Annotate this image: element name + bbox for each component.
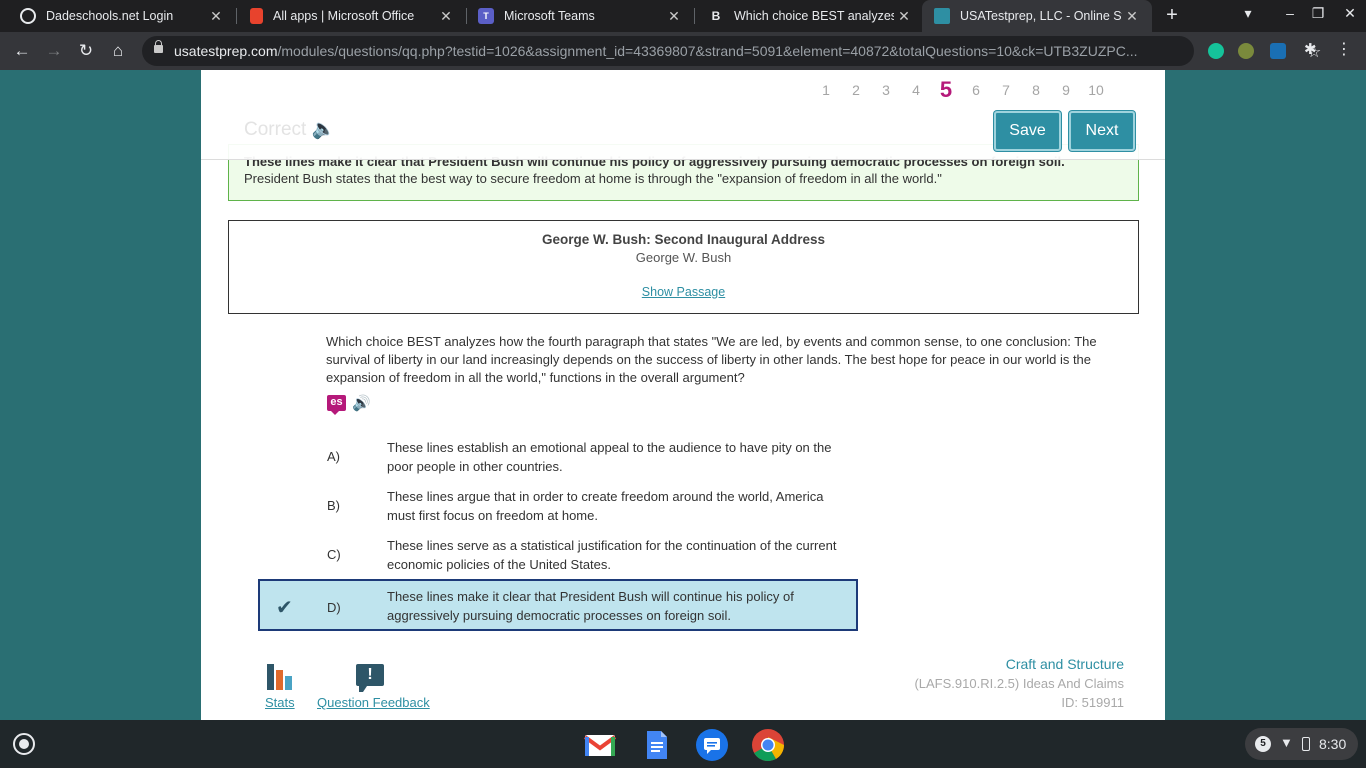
result-status: Correct 🔈 — [244, 119, 336, 140]
close-icon[interactable]: ✕ — [436, 8, 456, 25]
close-icon[interactable]: ✕ — [206, 8, 226, 25]
restore-icon[interactable]: ❐ — [1307, 5, 1329, 22]
choice-letter: A) — [327, 448, 340, 464]
question-number[interactable]: 8 — [1021, 79, 1051, 101]
close-icon[interactable]: ✕ — [894, 8, 914, 25]
passage-author: George W. Bush — [635, 250, 732, 265]
address-bar[interactable]: usatestprep.com/modules/questions/qq.php… — [142, 36, 1321, 66]
answer-choice-d[interactable]: ✔ D) These lines make it clear that Pres… — [258, 579, 858, 631]
feedback-icon[interactable]: ! — [356, 664, 384, 692]
gmail-icon[interactable] — [583, 728, 617, 762]
wifi-icon: ▼ — [1280, 735, 1293, 750]
choice-text: These lines argue that in order to creat… — [387, 489, 824, 523]
status-tray[interactable]: 5 ▼ 8:30 — [1245, 728, 1358, 760]
docs-icon[interactable] — [639, 728, 673, 762]
browser-tab-strip: Dadeschools.net Login ✕ All apps | Micro… — [0, 0, 1366, 32]
answer-choice-c[interactable]: C) These lines serve as a statistical ju… — [258, 528, 858, 580]
question-number[interactable]: 3 — [871, 79, 901, 101]
back-icon[interactable]: ← — [10, 39, 34, 63]
checkmark-icon: ✔ — [276, 597, 293, 619]
tab-microsoft-office[interactable]: All apps | Microsoft Office ✕ — [230, 0, 466, 32]
forward-icon[interactable]: → — [42, 39, 66, 63]
browser-toolbar: ← → ↻ ⌂ usatestprep.com/modules/question… — [0, 32, 1366, 70]
question-page: These lines make it clear that President… — [201, 70, 1165, 720]
tab-microsoft-teams[interactable]: T Microsoft Teams ✕ — [458, 0, 694, 32]
menu-icon[interactable]: ⋮ — [1336, 39, 1352, 58]
passage-title: George W. Bush: Second Inaugural Address — [541, 232, 826, 247]
question-number[interactable]: 6 — [961, 79, 991, 101]
clock: 8:30 — [1319, 736, 1347, 752]
question-number[interactable]: 7 — [991, 79, 1021, 101]
launcher-icon[interactable] — [13, 733, 35, 755]
extension-icon[interactable] — [1238, 43, 1254, 59]
feedback-explanation: President Bush states that the best way … — [244, 171, 942, 186]
spanish-translate-icon[interactable]: es — [327, 395, 346, 415]
choice-letter: D) — [327, 599, 341, 615]
tab-dadeschools[interactable]: Dadeschools.net Login ✕ — [0, 0, 236, 32]
extension-icon[interactable] — [1270, 43, 1286, 59]
choice-text: These lines establish an emotional appea… — [387, 440, 832, 474]
choice-text: These lines make it clear that President… — [387, 589, 794, 623]
lock-icon — [154, 40, 163, 53]
answer-choice-b[interactable]: B) These lines argue that in order to cr… — [258, 479, 858, 531]
passage-box: George W. Bush: Second Inaugural Address… — [228, 220, 1139, 314]
tab-title: Which choice BEST analyzes h — [734, 9, 894, 23]
notification-badge: 5 — [1255, 736, 1271, 752]
question-text: Which choice BEST analyzes how the fourt… — [326, 334, 1097, 385]
tab-title: Microsoft Teams — [504, 9, 595, 23]
new-tab-button[interactable]: + — [1160, 3, 1184, 27]
home-icon[interactable]: ⌂ — [106, 39, 130, 63]
minimize-icon[interactable]: – — [1279, 5, 1301, 21]
tab-title: Dadeschools.net Login — [46, 9, 174, 23]
messages-icon[interactable] — [695, 728, 729, 762]
reload-icon[interactable]: ↻ — [74, 39, 98, 63]
question-header: 1 2 3 4 5 6 7 8 9 10 Correct 🔈 Save Next — [201, 70, 1165, 160]
tab-title: All apps | Microsoft Office — [273, 9, 415, 23]
next-button[interactable]: Next — [1069, 111, 1135, 151]
close-window-icon[interactable]: ✕ — [1339, 5, 1361, 22]
show-passage-link[interactable]: Show Passage — [642, 285, 725, 299]
choice-letter: C) — [327, 546, 341, 562]
battery-icon — [1302, 737, 1310, 751]
choice-text: These lines serve as a statistical justi… — [387, 538, 837, 572]
question-number-nav: 1 2 3 4 5 6 7 8 9 10 — [811, 79, 1111, 101]
question-feedback-link[interactable]: Question Feedback — [317, 695, 430, 710]
close-icon[interactable]: ✕ — [664, 8, 684, 25]
tab-search-icon[interactable]: ▾ — [1237, 5, 1259, 22]
question-number[interactable]: 10 — [1081, 79, 1111, 101]
grammarly-icon[interactable] — [1208, 43, 1224, 59]
globe-icon — [20, 8, 36, 24]
choice-letter: B) — [327, 497, 340, 513]
category-link[interactable]: Craft and Structure — [1006, 656, 1124, 672]
question-number[interactable]: 2 — [841, 79, 871, 101]
office-icon — [250, 8, 263, 24]
speaker-icon: 🔈 — [311, 119, 336, 140]
url-text[interactable]: usatestprep.com/modules/questions/qq.php… — [174, 43, 1164, 59]
question-number[interactable]: 9 — [1051, 79, 1081, 101]
stats-link[interactable]: Stats — [265, 695, 295, 710]
question-id: ID: 519911 — [1061, 695, 1124, 710]
stats-icon[interactable] — [267, 664, 293, 690]
chrome-icon[interactable] — [751, 728, 785, 762]
os-shelf: 5 ▼ 8:30 — [0, 720, 1366, 768]
tab-usatestprep[interactable]: USATestprep, LLC - Online Stat ✕ — [922, 0, 1152, 32]
read-aloud-icon[interactable]: 🔊 — [352, 394, 371, 412]
tab-title: USATestprep, LLC - Online Stat — [960, 9, 1122, 23]
close-icon[interactable]: ✕ — [1122, 8, 1142, 25]
puzzle-icon[interactable]: ✱ — [1304, 40, 1320, 58]
answer-choice-a[interactable]: A) These lines establish an emotional ap… — [258, 430, 858, 482]
question-tools: es 🔊 — [327, 394, 371, 415]
teams-icon: T — [478, 8, 494, 24]
save-button[interactable]: Save — [994, 111, 1061, 151]
question-number[interactable]: 1 — [811, 79, 841, 101]
brainly-icon: B — [711, 9, 721, 23]
usatestprep-icon — [934, 8, 950, 24]
standard-label: (LAFS.910.RI.2.5) Ideas And Claims — [914, 676, 1124, 691]
tab-brainly[interactable]: B Which choice BEST analyzes h ✕ — [688, 0, 924, 32]
question-number[interactable]: 4 — [901, 79, 931, 101]
current-question-number[interactable]: 5 — [931, 79, 961, 101]
